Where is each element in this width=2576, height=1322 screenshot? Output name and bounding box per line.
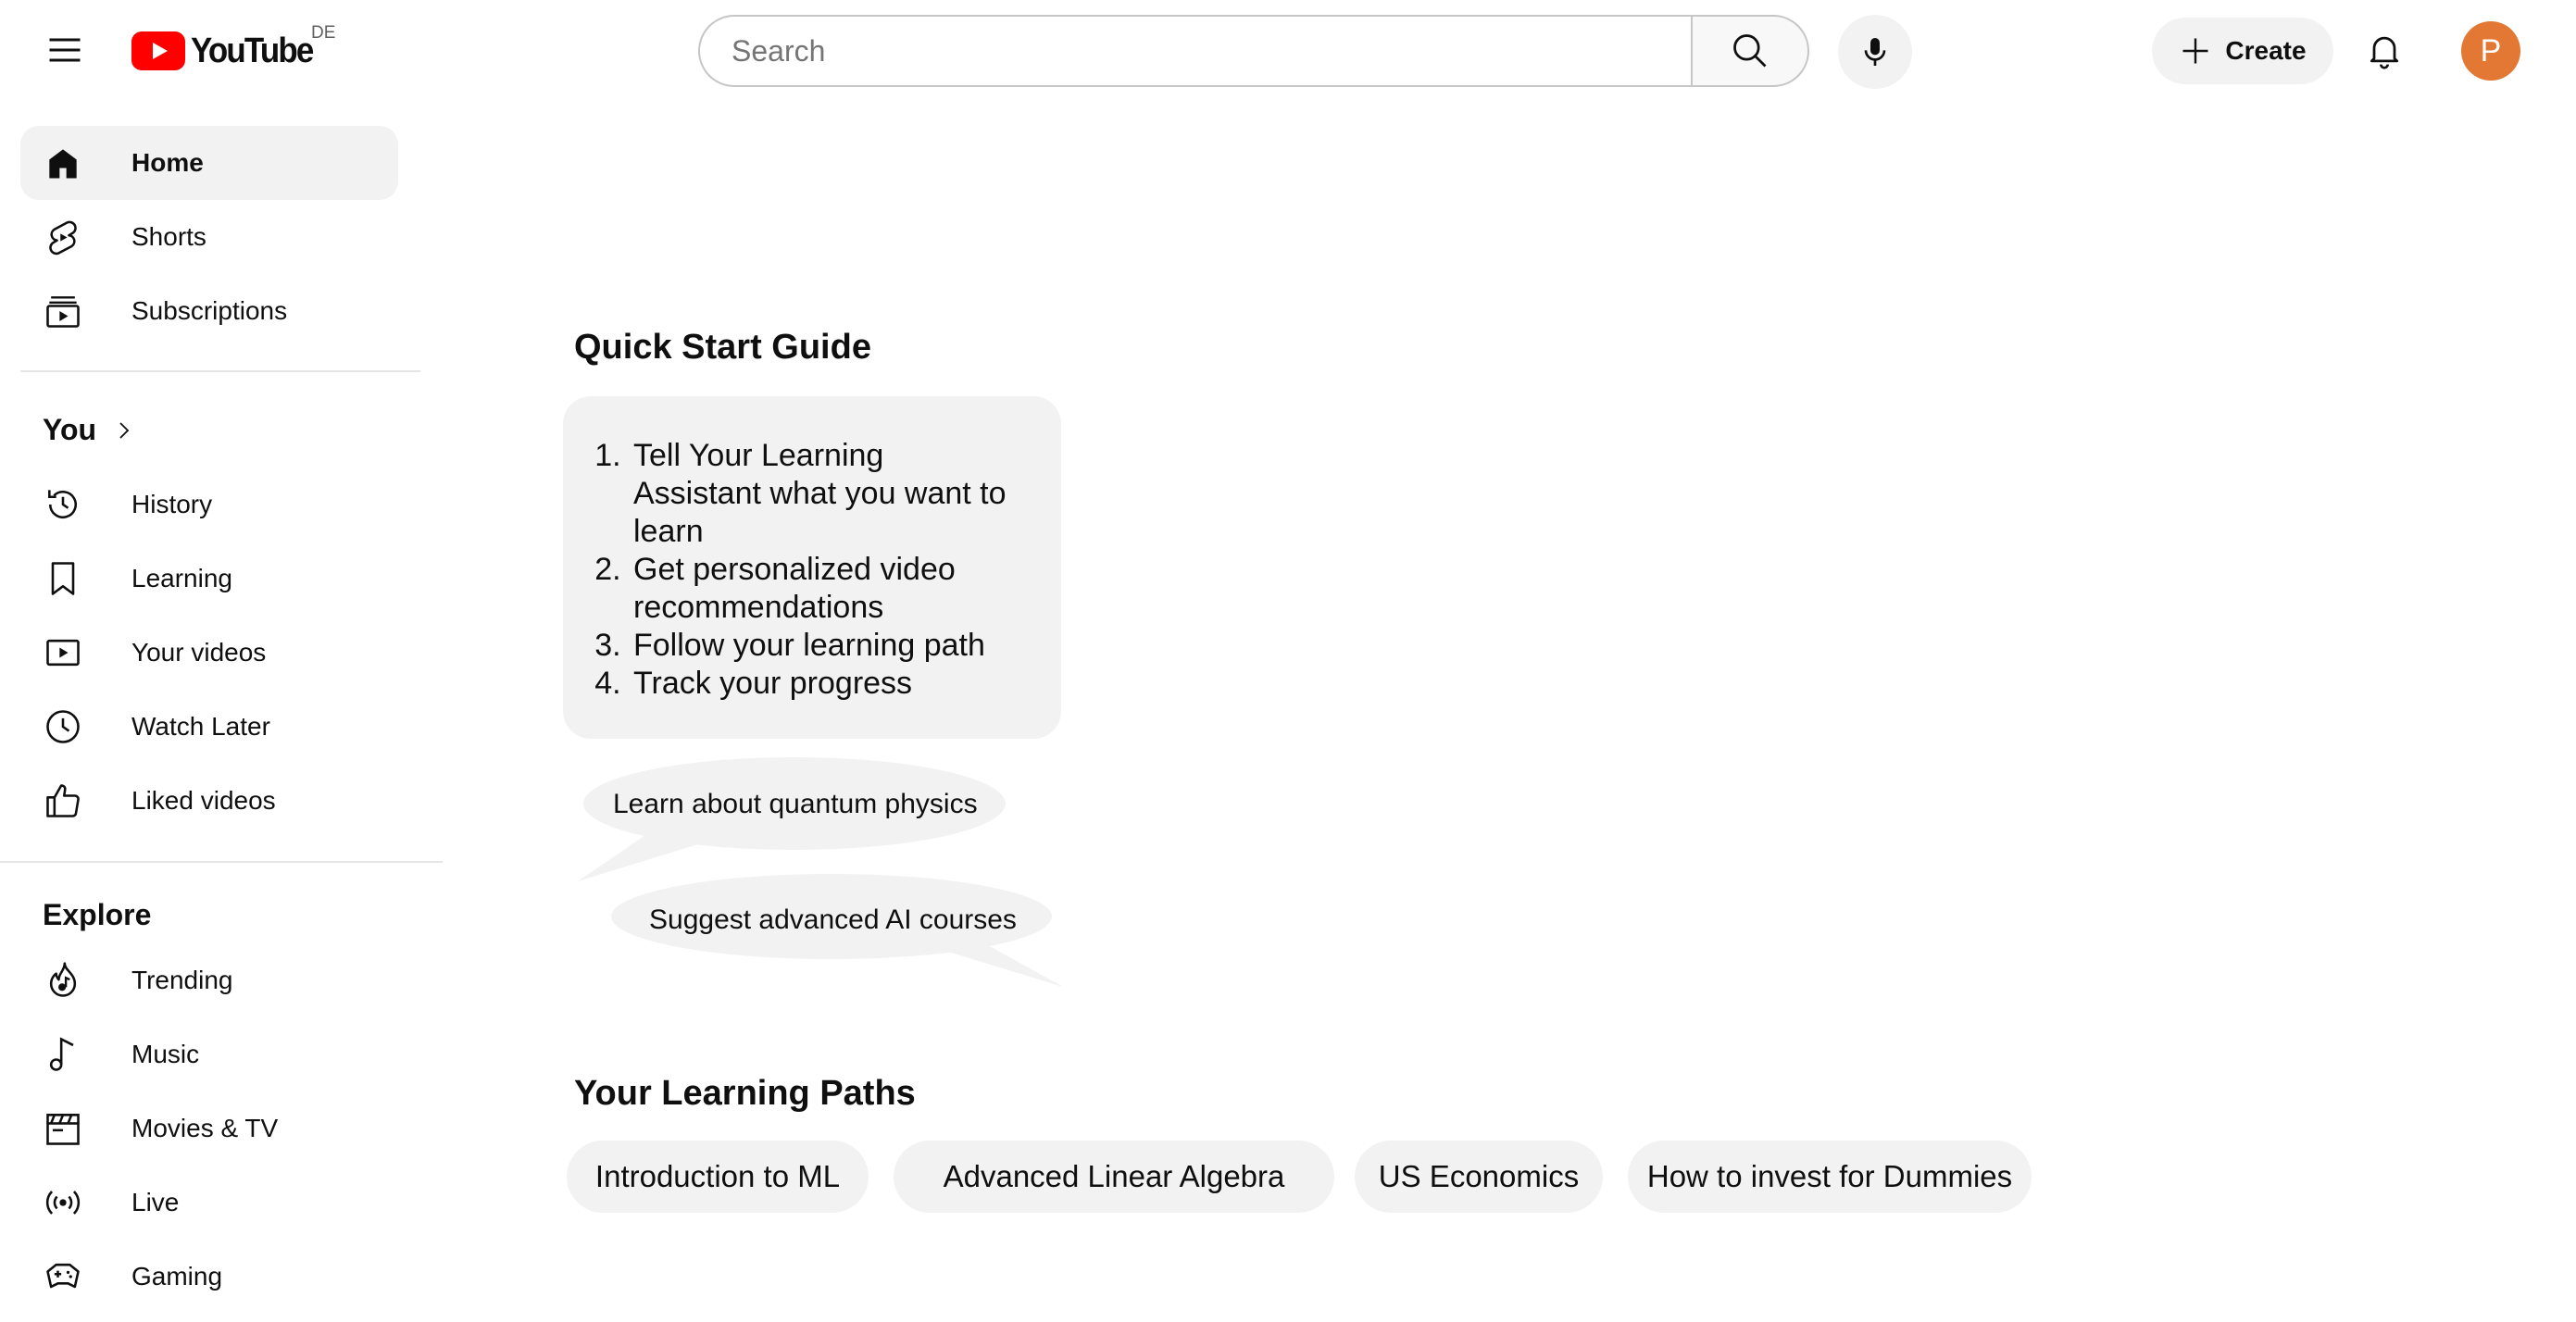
sidebar-you-heading[interactable]: You (43, 413, 135, 447)
sidebar-item-label: Home (131, 148, 204, 177)
sidebar-item-movies-tv[interactable]: Movies & TV (20, 1091, 398, 1166)
search-icon (1733, 34, 1767, 68)
clapperboard-icon (43, 1108, 83, 1149)
quick-start-steps: Tell Your Learning Assistant what you wa… (563, 437, 1007, 703)
voice-search-button[interactable] (1838, 15, 1912, 89)
search-input[interactable] (730, 32, 1691, 69)
subscriptions-icon (43, 291, 83, 331)
sidebar-divider (0, 861, 443, 863)
sidebar-item-watch-later[interactable]: Watch Later (20, 690, 398, 764)
learning-path-chip[interactable]: How to invest for Dummies (1628, 1141, 2032, 1213)
gamepad-icon (43, 1256, 83, 1297)
quick-start-card: Tell Your Learning Assistant what you wa… (563, 396, 1061, 739)
sidebar-item-label: Your videos (131, 638, 267, 667)
sidebar-item-label: Music (131, 1040, 200, 1068)
sidebar-explore-heading: Explore (43, 898, 152, 931)
create-label: Create (2225, 36, 2307, 65)
music-icon (43, 1034, 83, 1075)
sidebar-item-gaming[interactable]: Gaming (20, 1240, 398, 1314)
sidebar-item-subscriptions[interactable]: Subscriptions (20, 274, 398, 348)
plus-icon (2182, 38, 2208, 64)
learning-paths-title: Your Learning Paths (574, 1074, 916, 1113)
learning-path-chip[interactable]: US Economics (1355, 1141, 1603, 1213)
quick-start-step: Tell Your Learning Assistant what you wa… (630, 437, 1007, 551)
thumbs-up-icon (43, 780, 83, 821)
avatar[interactable]: P (2461, 21, 2520, 81)
create-button[interactable]: Create (2152, 18, 2333, 84)
sidebar-item-shorts[interactable]: Shorts (20, 200, 398, 274)
sidebar-item-liked-videos[interactable]: Liked videos (20, 764, 398, 838)
your-videos-icon (43, 632, 83, 673)
chevron-right-icon (119, 421, 130, 439)
clock-icon (43, 706, 83, 747)
sidebar-divider (20, 370, 420, 372)
sidebar-item-label: Subscriptions (131, 296, 288, 325)
learning-path-chip[interactable]: Introduction to ML (567, 1141, 869, 1213)
quick-start-step: Get personalized video recommendations (630, 551, 1007, 627)
sidebar-item-label: Liked videos (131, 786, 276, 815)
shorts-icon (43, 217, 83, 257)
sidebar-item-your-videos[interactable]: Your videos (20, 616, 398, 690)
sidebar-item-label: Learning (131, 564, 232, 592)
search-button[interactable] (1691, 15, 1809, 87)
suggestion-quantum-physics[interactable]: Learn about quantum physics (613, 789, 978, 820)
microphone-icon (1864, 38, 1886, 66)
sidebar-item-history[interactable]: History (20, 468, 398, 542)
sidebar-item-label: History (131, 490, 213, 518)
sidebar-item-label: Shorts (131, 222, 206, 251)
notifications-button[interactable] (2360, 26, 2408, 74)
live-icon (43, 1182, 83, 1223)
sidebar-item-label: Trending (131, 966, 233, 994)
sidebar-item-music[interactable]: Music (20, 1017, 398, 1091)
you-heading-label: You (43, 413, 97, 446)
sidebar-item-label: Live (131, 1188, 180, 1216)
sidebar: Home Shorts Subscriptions You History Le… (0, 0, 448, 1322)
suggestion-bubble-shape (578, 757, 1006, 881)
sidebar-item-live[interactable]: Live (20, 1166, 398, 1240)
trending-icon (43, 960, 83, 1001)
sidebar-item-trending[interactable]: Trending (20, 943, 398, 1017)
sidebar-item-label: Movies & TV (131, 1114, 279, 1142)
bell-icon (2370, 36, 2399, 69)
bookmark-icon (43, 558, 83, 599)
quick-start-step: Follow your learning path (630, 627, 1007, 665)
suggestion-ai-courses[interactable]: Suggest advanced AI courses (649, 904, 1017, 936)
sidebar-item-home[interactable]: Home (20, 126, 398, 200)
sidebar-item-learning[interactable]: Learning (20, 542, 398, 616)
search-box (698, 15, 1691, 87)
quick-start-step: Track your progress (630, 665, 1007, 703)
quick-start-title: Quick Start Guide (574, 328, 871, 367)
history-icon (43, 484, 83, 525)
sidebar-item-label: Gaming (131, 1262, 223, 1291)
home-icon (43, 143, 83, 183)
sidebar-item-label: Watch Later (131, 712, 270, 741)
learning-path-chip[interactable]: Advanced Linear Algebra (894, 1141, 1334, 1213)
